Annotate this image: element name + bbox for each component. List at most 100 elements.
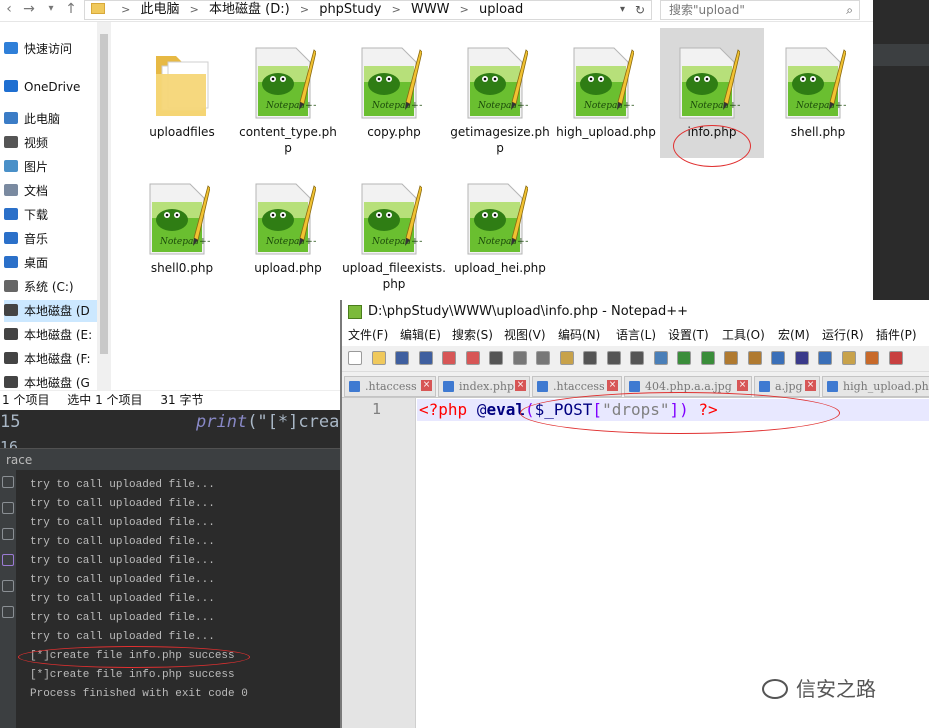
file-item[interactable]: Notepad++ upload_hei.php (448, 164, 552, 294)
undo-icon[interactable] (583, 351, 597, 365)
npp-menu-item[interactable]: 编辑(E) (400, 324, 441, 346)
wrap-icon[interactable] (2, 528, 14, 540)
run-console: try to call uploaded file... try to call … (16, 470, 340, 728)
breadcrumb-www[interactable]: WWW (411, 2, 450, 17)
file-item[interactable]: Notepad++ shell0.php (130, 164, 234, 294)
nav-item[interactable]: 本地磁盘 (F: (4, 348, 91, 370)
copy-icon[interactable] (536, 351, 550, 365)
nav-item[interactable]: 下载 (4, 204, 48, 226)
nav-scrollbar-thumb[interactable] (100, 34, 108, 354)
save-all-icon[interactable] (418, 351, 433, 365)
file-item[interactable]: Notepad++ shell.php (766, 28, 870, 158)
npp-menu-item[interactable]: 编码(N) (558, 324, 600, 346)
nav-item[interactable]: OneDrive (4, 76, 80, 98)
folder-item[interactable]: uploadfiles (130, 28, 234, 158)
save-icon[interactable] (395, 351, 409, 365)
npp-tab[interactable]: a.jpg × (754, 376, 820, 397)
nav-item[interactable]: 快速访问 (4, 38, 72, 60)
nav-scrollbar[interactable] (97, 22, 111, 390)
ide-line-number: 15 (0, 412, 21, 432)
nav-item[interactable]: 本地磁盘 (E: (4, 324, 92, 346)
npp-tab[interactable]: high_upload.php (822, 376, 929, 397)
nav-item[interactable]: 桌面 (4, 252, 48, 274)
file-item[interactable]: Notepad++ upload.php (236, 164, 340, 294)
close-tab-icon[interactable]: × (737, 380, 748, 391)
highlight-ellipse-console (18, 646, 250, 668)
print-icon[interactable] (489, 351, 503, 365)
file-name: uploadfiles (149, 125, 215, 139)
breadcrumb-phpstudy[interactable]: phpStudy (319, 2, 381, 17)
npp-menu-item[interactable]: 文件(F) (348, 324, 388, 346)
print-icon[interactable] (2, 580, 14, 592)
file-item[interactable]: Notepad++ high_upload.php (554, 28, 658, 158)
find-icon[interactable] (630, 351, 644, 365)
scroll-end-icon[interactable] (2, 554, 14, 566)
nav-item[interactable]: 图片 (4, 156, 48, 178)
zoom-out-icon[interactable] (700, 351, 715, 365)
nav-item[interactable]: 系统 (C:) (4, 276, 74, 298)
npp-menu-item[interactable]: 语言(L) (616, 324, 656, 346)
nav-item-label: 本地磁盘 (E: (24, 328, 93, 342)
npp-menu-item[interactable]: 宏(M) (778, 324, 810, 346)
nav-item[interactable]: 文档 (4, 180, 48, 202)
file-item[interactable]: Notepad++ content_type.php (236, 28, 340, 158)
nav-item[interactable]: 音乐 (4, 228, 48, 250)
breadcrumb-separator: > (299, 3, 310, 16)
cut-icon[interactable] (512, 351, 527, 365)
close-tab-icon[interactable]: × (421, 380, 432, 391)
function-list-icon[interactable] (865, 351, 879, 365)
redo-icon[interactable] (606, 351, 621, 365)
search-input[interactable]: 搜索"upload" ⌕ (660, 0, 860, 20)
refresh-icon[interactable]: ↻ (635, 1, 645, 19)
paste-icon[interactable] (559, 351, 574, 365)
npp-menu-item[interactable]: 插件(P) (876, 324, 917, 346)
nav-item[interactable]: 此电脑 (4, 108, 60, 130)
npp-tab[interactable]: index.php × (438, 376, 530, 397)
nav-item[interactable]: 视频 (4, 132, 48, 154)
explorer-toolbar: ‹ → ▾ ↑ > 此电脑 > 本地磁盘 (D:) > phpStudy > W… (0, 0, 873, 22)
word-wrap-icon[interactable] (771, 351, 785, 365)
doc-map-icon[interactable] (841, 351, 856, 365)
indent-guide-icon[interactable] (818, 351, 832, 365)
breadcrumb-upload[interactable]: upload (479, 2, 523, 17)
file-item[interactable]: Notepad++ getimagesize.php (448, 28, 552, 158)
sync-v-icon[interactable] (724, 351, 738, 365)
nav-item-label: 下载 (24, 208, 49, 222)
nav-item[interactable]: 本地磁盘 (D (4, 300, 104, 322)
run-tab[interactable]: race (0, 448, 340, 470)
address-bar[interactable]: > 此电脑 > 本地磁盘 (D:) > phpStudy > WWW > upl… (84, 0, 652, 20)
rerun-icon[interactable] (2, 476, 14, 488)
replace-icon[interactable] (653, 351, 668, 365)
npp-tab[interactable]: .htaccess × (344, 376, 436, 397)
close-tab-icon[interactable]: × (607, 380, 618, 391)
npp-menu-item[interactable]: 运行(R) (822, 324, 864, 346)
open-file-icon[interactable] (371, 351, 386, 365)
npp-menu-item[interactable]: 搜索(S) (452, 324, 493, 346)
trash-icon[interactable] (2, 606, 14, 618)
npp-menu-item[interactable]: 工具(O) (722, 324, 765, 346)
file-name: upload_hei.php (454, 261, 546, 275)
close-tab-icon[interactable]: × (515, 380, 526, 391)
breadcrumb-drive-d[interactable]: 本地磁盘 (D:) (209, 2, 290, 17)
macro-icon[interactable] (888, 351, 903, 365)
npp-menu-item[interactable]: 视图(V) (504, 324, 546, 346)
new-file-icon[interactable] (348, 351, 362, 365)
npp-menu-item[interactable]: 设置(T) (668, 324, 709, 346)
stop-icon[interactable] (2, 502, 14, 514)
file-item[interactable]: Notepad++ copy.php (342, 28, 446, 158)
back-arrow-icon[interactable]: ‹ (0, 0, 18, 20)
file-item[interactable]: Notepad++ upload_fileexists.php (342, 164, 446, 294)
nav-item[interactable]: 本地磁盘 (G (4, 372, 90, 390)
nav-item-label: 文档 (24, 184, 49, 198)
up-arrow-icon[interactable]: ↑ (62, 0, 80, 20)
address-dropdown-icon[interactable]: ▾ (620, 1, 625, 19)
sync-h-icon[interactable] (747, 351, 762, 365)
recent-dropdown-icon[interactable]: ▾ (42, 0, 60, 20)
close-tab-icon[interactable]: × (805, 380, 816, 391)
forward-arrow-icon[interactable]: → (20, 0, 38, 20)
close-all-icon[interactable] (465, 351, 480, 365)
show-all-chars-icon[interactable] (794, 351, 809, 365)
breadcrumb-this-pc[interactable]: 此电脑 (141, 2, 180, 17)
close-icon[interactable] (442, 351, 456, 365)
zoom-in-icon[interactable] (677, 351, 691, 365)
